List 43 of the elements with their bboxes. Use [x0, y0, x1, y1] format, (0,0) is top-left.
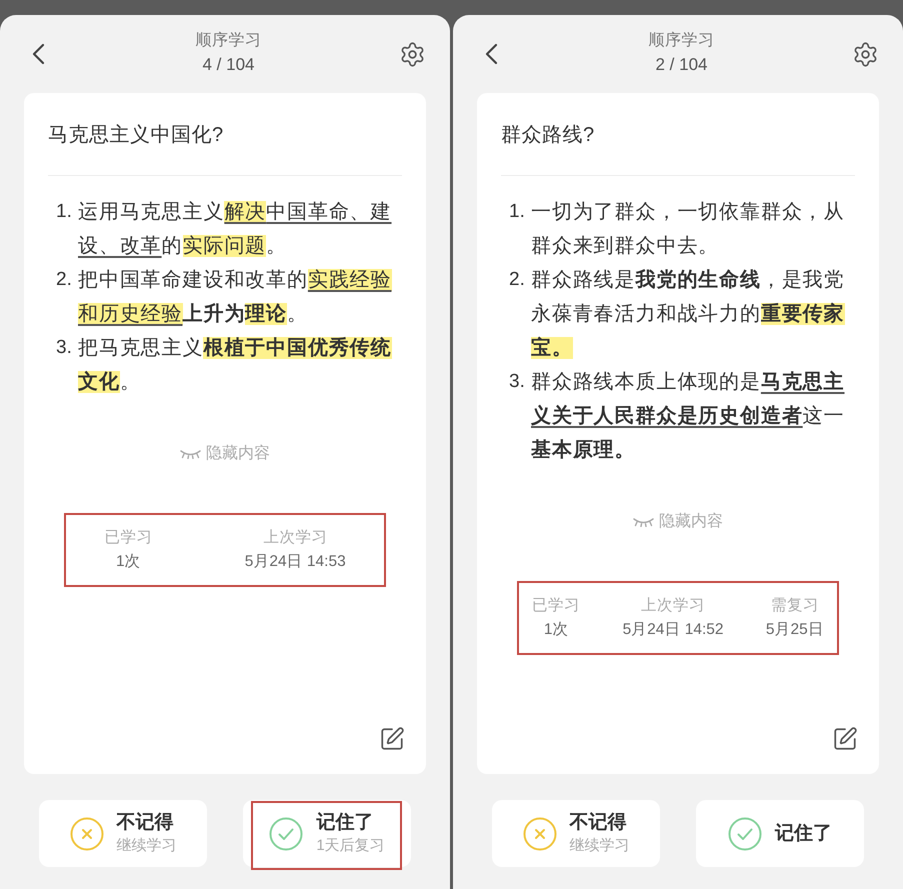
list-number: 3. — [56, 336, 73, 360]
stat-value: 5月24日 14:53 — [244, 552, 346, 572]
stat-value: 1次 — [116, 552, 141, 572]
remember-button[interactable]: 记住了 1天后复习 — [243, 800, 411, 867]
answer-text: 群众路线是我党的生命线，是我党永葆青春活力和战斗力的重要传家宝。 — [531, 268, 846, 361]
stat-label: 上次学习 — [641, 596, 706, 616]
list-number: 2. — [56, 268, 73, 292]
closed-eye-icon — [180, 449, 201, 459]
forget-button[interactable]: 不记得 继续学习 — [492, 800, 660, 867]
question-text: 群众路线? — [501, 123, 596, 148]
answer-text: 运用马克思主义解决中国革命、建设、改革的实际问题。 — [78, 200, 393, 259]
stat-value: 5月25日 — [766, 620, 824, 640]
question-text: 马克思主义中国化? — [48, 123, 225, 148]
list-number: 1. — [56, 200, 73, 224]
cross-circle-icon — [70, 816, 104, 850]
forget-button[interactable]: 不记得 继续学习 — [39, 800, 207, 867]
cross-circle-icon — [522, 816, 556, 850]
back-icon[interactable] — [484, 43, 498, 65]
settings-icon[interactable] — [399, 40, 426, 68]
stat-label: 上次学习 — [263, 528, 328, 548]
closed-eye-icon — [633, 517, 654, 527]
list-number: 1. — [509, 200, 526, 224]
settings-icon[interactable] — [852, 40, 879, 68]
list-number: 2. — [509, 268, 526, 292]
progress-counter: 2 / 104 — [656, 54, 708, 76]
check-circle-icon — [269, 816, 304, 850]
screen-title: 顺序学习 — [196, 30, 262, 51]
list-number: 3. — [509, 370, 526, 394]
answer-text: 一切为了群众，一切依靠群众，从群众来到群众中去。 — [531, 200, 846, 259]
stat-label: 需复习 — [770, 596, 819, 616]
stat-label: 已学习 — [104, 528, 152, 548]
back-icon[interactable] — [31, 43, 45, 65]
stat-value: 1次 — [544, 620, 568, 640]
screen-title: 顺序学习 — [648, 30, 714, 51]
stat-value: 5月24日 14:52 — [622, 620, 724, 640]
answer-text: 把马克思主义根植于中国优秀传统文化。 — [78, 336, 393, 395]
stat-label: 已学习 — [532, 596, 580, 616]
check-circle-icon — [728, 816, 762, 850]
answer-text: 群众路线本质上体现的是马克思主义关于人民群众是历史创造者这一 基本原理。 — [531, 370, 846, 463]
edit-icon[interactable] — [379, 726, 405, 752]
edit-icon[interactable] — [832, 726, 858, 752]
progress-counter: 4 / 104 — [202, 54, 254, 76]
remember-button[interactable]: 记住了 — [696, 800, 864, 867]
